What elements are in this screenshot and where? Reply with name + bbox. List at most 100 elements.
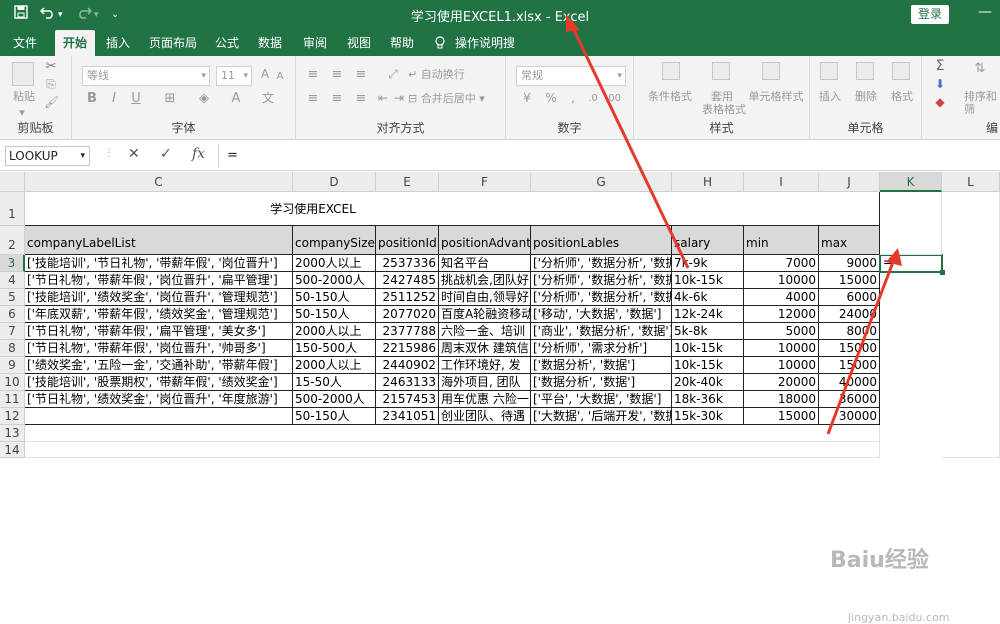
cell-positionId-row11[interactable]: 2157453 (376, 391, 439, 408)
tab-review[interactable]: 审阅 (297, 30, 333, 56)
header-cell-positionId[interactable]: positionId (376, 226, 439, 255)
paste-icon[interactable] (12, 62, 34, 86)
increase-decimal-icon[interactable]: .0 (584, 92, 602, 105)
header-cell-companyLabelList[interactable]: companyLabelList (25, 226, 293, 255)
cell-min-row10[interactable]: 20000 (744, 374, 819, 391)
cell-companySize-row7[interactable]: 2000人以上 (293, 323, 376, 340)
cell-companySize-row12[interactable]: 50-150人 (293, 408, 376, 425)
cell-positionAdvantage-row10[interactable]: 海外项目, 团队 (439, 374, 531, 391)
cell-companyLabelList-row7[interactable]: ['节日礼物', '带薪年假', '扁平管理', '美女多'] (25, 323, 293, 340)
cell-positionLables-row4[interactable]: ['分析师', '数据分析', '数据 (531, 272, 672, 289)
cell-positionId-row3[interactable]: 2537336 (376, 255, 439, 272)
paste-dropdown-icon[interactable]: ▾ (12, 106, 32, 119)
bold-icon[interactable]: B (84, 92, 100, 105)
cell-positionAdvantage-row4[interactable]: 挑战机会,团队好 (439, 272, 531, 289)
align-right-icon[interactable]: ≡ (352, 92, 370, 105)
cell-min-row6[interactable]: 12000 (744, 306, 819, 323)
column-header-D[interactable]: D (293, 172, 376, 192)
select-all-corner[interactable] (0, 172, 25, 192)
cell-styles-icon[interactable] (762, 62, 780, 80)
column-header-C[interactable]: C (25, 172, 293, 192)
row-header-5[interactable]: 5 (0, 289, 25, 306)
tab-data[interactable]: 数据 (252, 30, 288, 56)
sort-filter-icon[interactable]: ⇅ (968, 62, 992, 75)
cell-positionLables-row8[interactable]: ['分析师', '需求分析'] (531, 340, 672, 357)
cell-positionLables-row5[interactable]: ['分析师', '数据分析', '数据 (531, 289, 672, 306)
cell-positionId-row7[interactable]: 2377788 (376, 323, 439, 340)
cell-companySize-row8[interactable]: 150-500人 (293, 340, 376, 357)
cell-max-row7[interactable]: 8000 (819, 323, 880, 340)
row-header-11[interactable]: 11 (0, 391, 25, 408)
insert-cells-button[interactable]: 插入 (814, 90, 846, 103)
conditional-format-icon[interactable] (662, 62, 680, 80)
row-header-3[interactable]: 3 (0, 255, 25, 272)
header-cell-max[interactable]: max (819, 226, 880, 255)
tab-formulas[interactable]: 公式 (209, 30, 245, 56)
cancel-icon[interactable]: ✕ (128, 146, 140, 162)
cell-companySize-row10[interactable]: 15-50人 (293, 374, 376, 391)
italic-icon[interactable]: I (106, 92, 122, 105)
tab-file[interactable]: 文件 (8, 30, 42, 56)
decrease-indent-icon[interactable]: ⇤ (376, 92, 390, 105)
header-cell-positionLables[interactable]: positionLables (531, 226, 672, 255)
login-button[interactable]: 登录 (911, 5, 949, 24)
decrease-decimal-icon[interactable]: .00 (604, 92, 622, 105)
cell-companyLabelList-row4[interactable]: ['节日礼物', '带薪年假', '岗位晋升', '扁平管理'] (25, 272, 293, 289)
font-size-dropdown[interactable]: 11 ▾ (216, 66, 252, 86)
wrap-text-button[interactable]: ↵ 自动换行 (408, 66, 498, 84)
cell-salary-row11[interactable]: 18k-36k (672, 391, 744, 408)
cell-salary-row8[interactable]: 10k-15k (672, 340, 744, 357)
cell-companySize-row11[interactable]: 500-2000人 (293, 391, 376, 408)
cell-positionId-row4[interactable]: 2427485 (376, 272, 439, 289)
cell-positionAdvantage-row3[interactable]: 知名平台 (439, 255, 531, 272)
cell-salary-row9[interactable]: 10k-15k (672, 357, 744, 374)
cell-companySize-row4[interactable]: 500-2000人 (293, 272, 376, 289)
column-header-G[interactable]: G (531, 172, 672, 192)
cell-positionLables-row7[interactable]: ['商业', '数据分析', '数据'] (531, 323, 672, 340)
font-color-icon[interactable]: A (228, 92, 244, 105)
column-header-I[interactable]: I (744, 172, 819, 192)
row-header-10[interactable]: 10 (0, 374, 25, 391)
column-header-F[interactable]: F (439, 172, 531, 192)
cell-positionAdvantage-row8[interactable]: 周末双休 建筑信 (439, 340, 531, 357)
cell-salary-row4[interactable]: 10k-15k (672, 272, 744, 289)
cell-max-row6[interactable]: 24000 (819, 306, 880, 323)
cell-positionLables-row6[interactable]: ['移动', '大数据', '数据'] (531, 306, 672, 323)
cell-salary-row5[interactable]: 4k-6k (672, 289, 744, 306)
cell-min-row3[interactable]: 7000 (744, 255, 819, 272)
cell-companyLabelList-row8[interactable]: ['节日礼物', '带薪年假', '岗位晋升', '帅哥多'] (25, 340, 293, 357)
percent-style-icon[interactable]: % (542, 92, 560, 105)
tell-me-search[interactable]: 操作说明搜索 (450, 30, 520, 76)
cell-min-row12[interactable]: 15000 (744, 408, 819, 425)
cell-positionAdvantage-row5[interactable]: 时间自由,领导好 (439, 289, 531, 306)
paste-button[interactable]: 粘贴 (8, 90, 40, 103)
format-as-table-line2[interactable]: 表格格式 (700, 103, 748, 116)
cell-max-row4[interactable]: 15000 (819, 272, 880, 289)
increase-indent-icon[interactable]: ⇥ (392, 92, 406, 105)
cell-companySize-row5[interactable]: 50-150人 (293, 289, 376, 306)
cell-positionId-row6[interactable]: 2077020 (376, 306, 439, 323)
format-cells-button[interactable]: 格式 (886, 90, 918, 103)
cut-icon[interactable]: ✂ (44, 60, 58, 73)
cell-max-row11[interactable]: 36000 (819, 391, 880, 408)
cell-positionLables-row12[interactable]: ['大数据', '后端开发', '数据 (531, 408, 672, 425)
borders-icon[interactable]: ⊞ (162, 92, 178, 105)
cell-companyLabelList-row10[interactable]: ['技能培训', '股票期权', '带薪年假', '绩效奖金'] (25, 374, 293, 391)
cell-max-row3[interactable]: 9000 (819, 255, 880, 272)
align-bottom-icon[interactable]: ≡ (352, 68, 370, 81)
cell-positionLables-row11[interactable]: ['平台', '大数据', '数据'] (531, 391, 672, 408)
tab-view[interactable]: 视图 (341, 30, 377, 56)
cell-companyLabelList-row5[interactable]: ['技能培训', '绩效奖金', '岗位晋升', '管理规范'] (25, 289, 293, 306)
cell-positionId-row9[interactable]: 2440902 (376, 357, 439, 374)
format-as-table-icon[interactable] (712, 62, 730, 80)
cell-companySize-row6[interactable]: 50-150人 (293, 306, 376, 323)
column-L-cells[interactable] (942, 192, 1000, 458)
fill-icon[interactable]: ⬇ (932, 78, 948, 91)
cell-min-row4[interactable]: 10000 (744, 272, 819, 289)
tab-home[interactable]: 开始 (55, 30, 95, 56)
column-header-K[interactable]: K (880, 172, 942, 192)
delete-cells-button[interactable]: 删除 (850, 90, 882, 103)
cell-min-row7[interactable]: 5000 (744, 323, 819, 340)
cell-salary-row7[interactable]: 5k-8k (672, 323, 744, 340)
cell-salary-row10[interactable]: 20k-40k (672, 374, 744, 391)
